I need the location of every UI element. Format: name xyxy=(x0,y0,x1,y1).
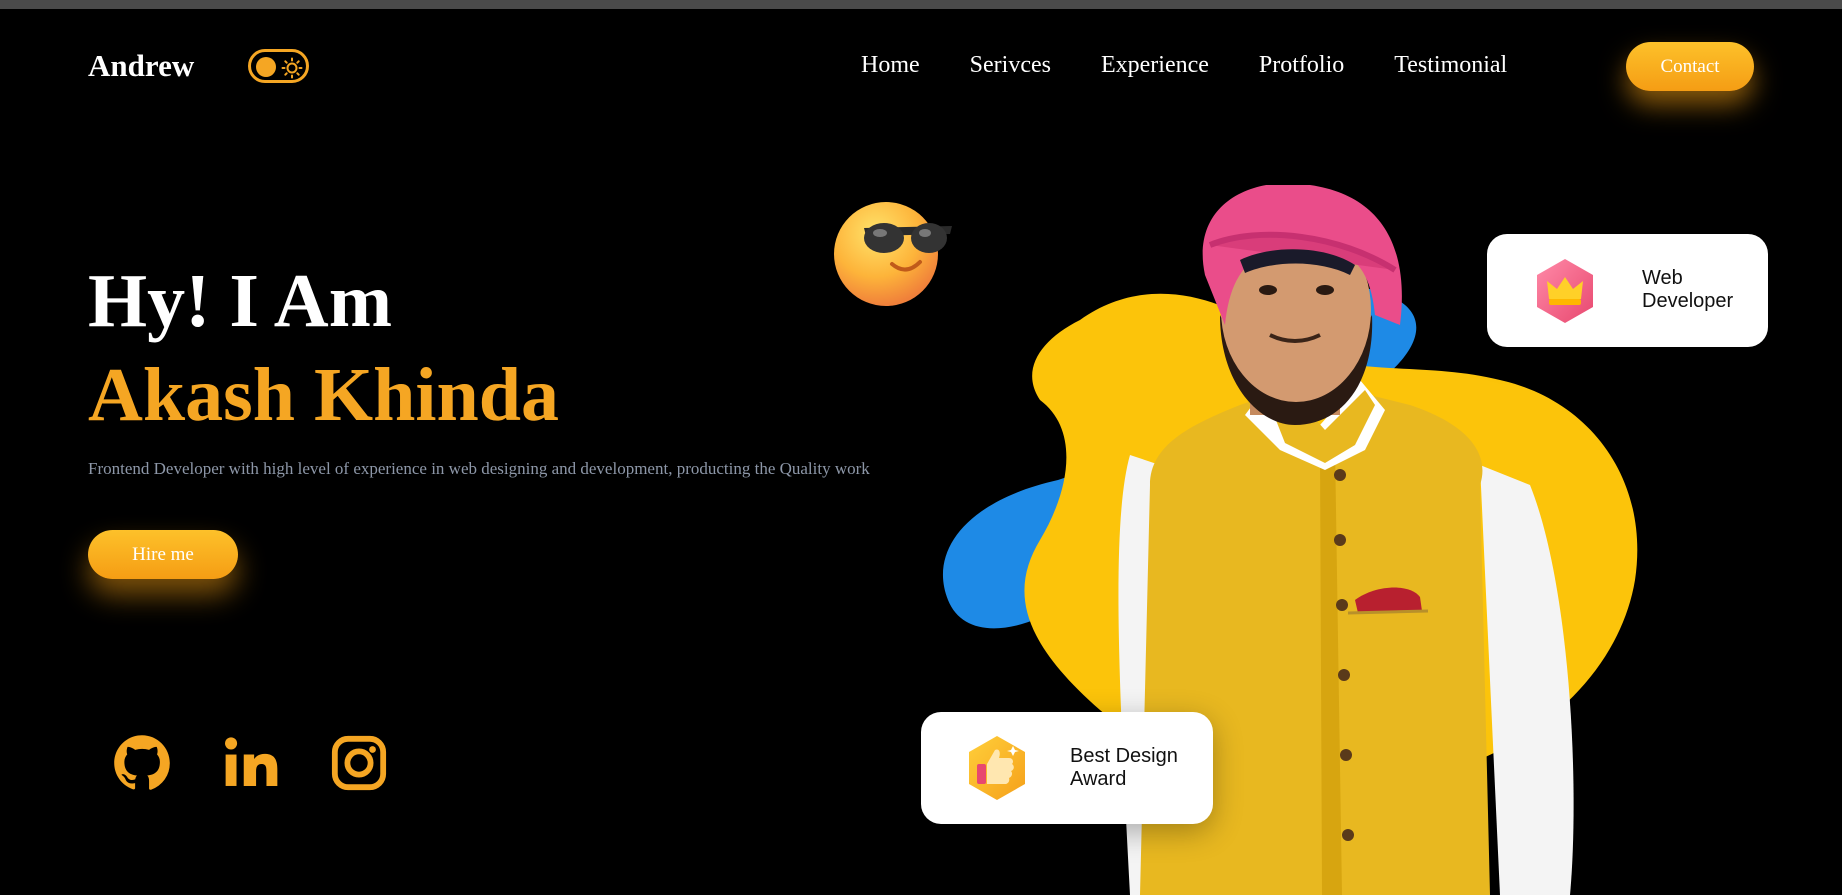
github-icon[interactable] xyxy=(113,734,171,792)
toggle-knob xyxy=(256,57,276,77)
theme-toggle[interactable] xyxy=(248,49,309,83)
card-title-line1: Web xyxy=(1642,267,1683,289)
sun-icon xyxy=(281,57,303,79)
card-title-line1: Best Design xyxy=(1070,745,1178,767)
card-title-line2: Developer xyxy=(1642,290,1734,312)
crown-icon xyxy=(1537,259,1593,323)
web-developer-card: Web Developer xyxy=(1487,234,1768,347)
hero-description: Frontend Developer with high level of ex… xyxy=(88,459,870,478)
contact-button[interactable]: Contact xyxy=(1626,42,1754,91)
best-design-award-card: Best Design Award xyxy=(921,712,1213,824)
card-title-line2: Award xyxy=(1070,768,1127,790)
nav-services[interactable]: Serivces xyxy=(970,52,1051,79)
nav-experience[interactable]: Experience xyxy=(1101,52,1209,79)
nav-portfolio[interactable]: Protfolio xyxy=(1259,52,1344,79)
browser-top-edge xyxy=(0,0,1842,9)
nav-testimonial[interactable]: Testimonial xyxy=(1394,52,1507,79)
site-logo[interactable]: Andrew xyxy=(88,48,194,84)
hire-me-button[interactable]: Hire me xyxy=(88,530,238,579)
instagram-icon[interactable] xyxy=(330,734,388,792)
main-nav: Home Serivces Experience Protfolio Testi… xyxy=(861,52,1557,79)
thumbs-up-icon xyxy=(969,736,1025,800)
linkedin-icon[interactable] xyxy=(222,734,280,792)
hero-name: Akash Khinda xyxy=(88,353,560,437)
hero-greeting: Hy! I Am xyxy=(88,259,392,343)
nav-home[interactable]: Home xyxy=(861,52,920,79)
